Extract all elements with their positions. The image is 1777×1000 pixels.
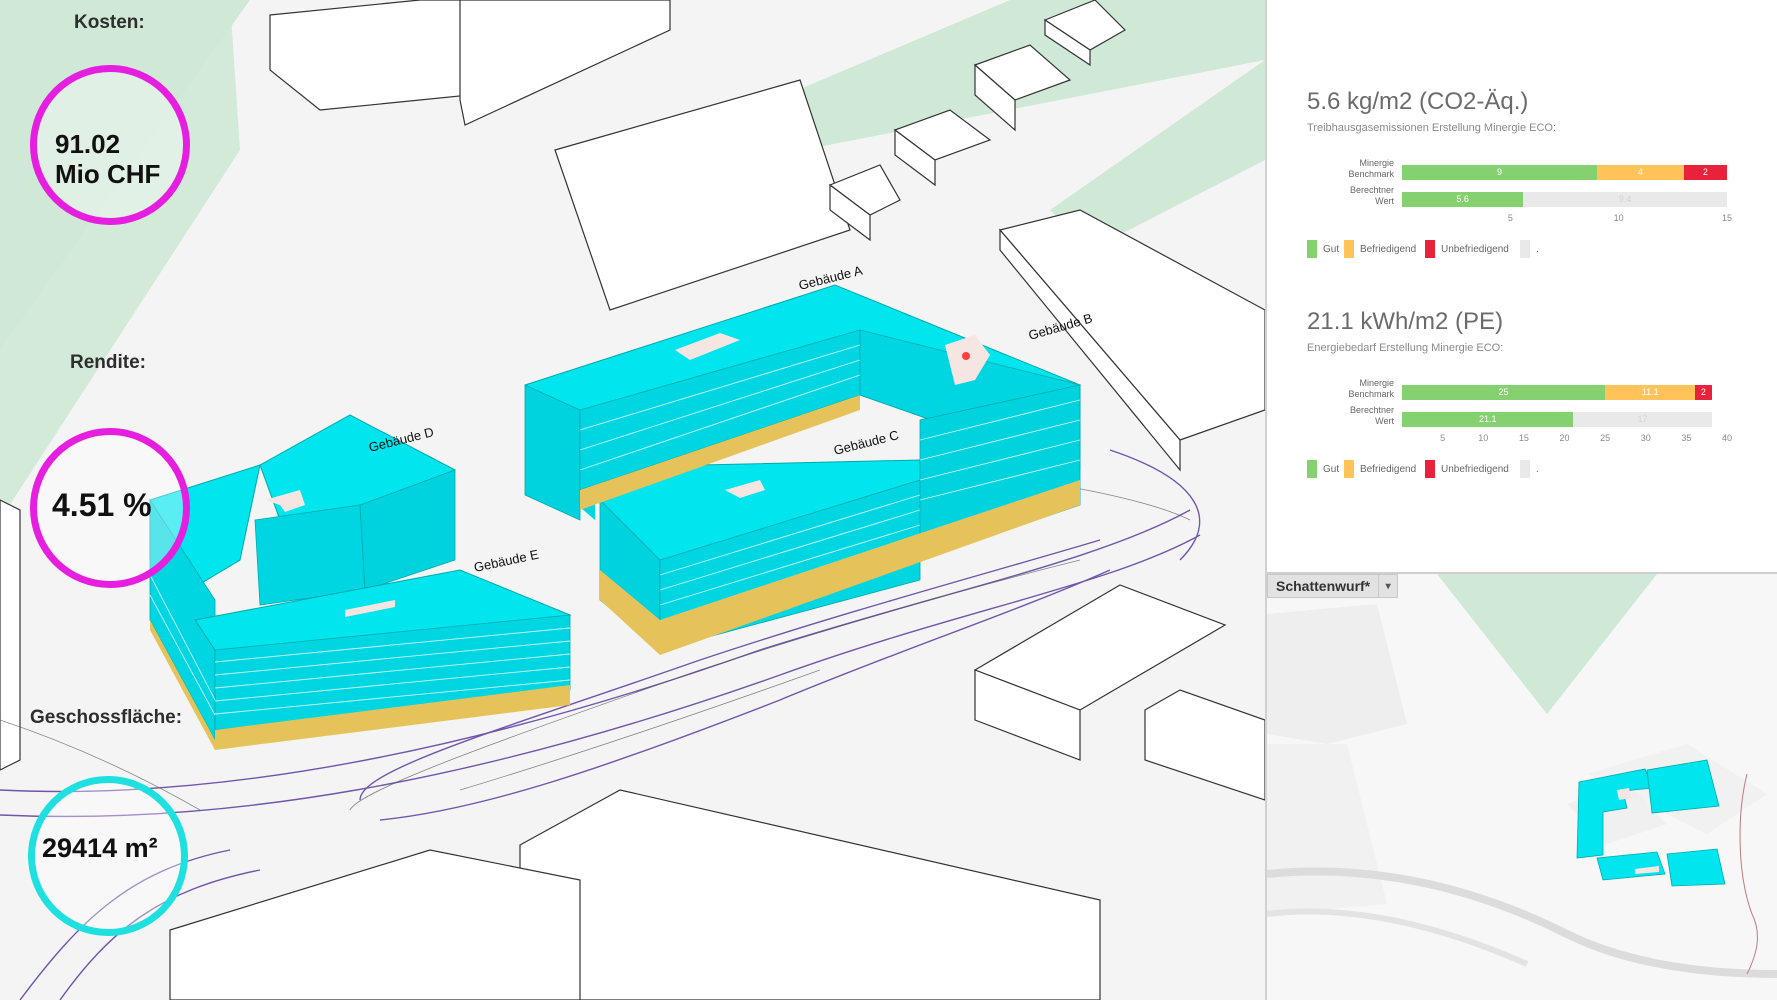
building-label-e: Gebäude E <box>473 547 541 575</box>
x-tick-label: 35 <box>1681 433 1692 443</box>
bar-rest-value: 9.4 <box>1523 192 1727 207</box>
floor-area-label: Geschossfläche: <box>30 707 183 728</box>
x-tick-label: 30 <box>1640 433 1651 443</box>
bar-gut-benchmark: 9 <box>1402 165 1597 180</box>
x-tick-label: 25 <box>1600 433 1611 443</box>
x-tick-label: 10 <box>1478 433 1489 443</box>
model-viewport[interactable]: Gebäude D Gebäude E Gebäude A Gebäude B … <box>0 0 1265 1000</box>
building-label-c: Gebäude C <box>832 427 900 458</box>
bar-gut-value: 21.1 <box>1402 412 1574 427</box>
bar-gut-benchmark: 25 <box>1402 385 1606 400</box>
x-tick-label: 20 <box>1559 433 1570 443</box>
sustainability-chart-panel: 5.6 kg/m2 (CO2-Äq.) Treibhausgasemission… <box>1267 0 1777 572</box>
tab-schattenwurf-label: Schattenwurf* <box>1276 578 1371 594</box>
building-group-de: Gebäude D Gebäude E <box>149 414 572 750</box>
floor-area-value: 29414 m² <box>42 833 158 863</box>
shadow-view-panel[interactable]: Schattenwurf* ▾ <box>1267 574 1777 1000</box>
costs-value: 91.02 Mio CHF <box>55 129 161 189</box>
bar-befriedigend-benchmark: 4 <box>1597 165 1684 180</box>
energy-legend-gut: Gut <box>1307 460 1339 478</box>
bar-gut-value: 5.6 <box>1402 192 1524 207</box>
building-group-abc: Gebäude A Gebäude B Gebäude C <box>524 263 1094 655</box>
bar-rest-value: 17 <box>1573 412 1712 427</box>
energy-legend-rest: . <box>1520 460 1539 478</box>
energy-legend-unbefriedigend: Unbefriedigend <box>1425 460 1509 478</box>
bar-unbefriedigend-benchmark: 2 <box>1695 385 1712 400</box>
yield-label: Rendite: <box>70 352 146 373</box>
yield-value: 4.51 % <box>52 487 152 523</box>
bar-befriedigend-benchmark: 11.1 <box>1605 385 1696 400</box>
tab-schattenwurf[interactable]: Schattenwurf* ▾ <box>1267 574 1399 598</box>
ghg-bar-chart: 9 4 2 5.6 9.4 5 10 15 <box>1267 0 1777 230</box>
x-tick-label: 40 <box>1721 433 1733 443</box>
chevron-down-icon[interactable]: ▾ <box>1378 575 1397 597</box>
energy-legend-befriedigend: Befriedigend <box>1344 460 1416 478</box>
energy-bar-chart: 25 11.1 2 21.1 17 5 10 15 20 25 30 35 40 <box>1267 220 1777 450</box>
costs-label: Kosten: <box>74 12 145 33</box>
x-tick-label: 15 <box>1518 433 1529 443</box>
bar-unbefriedigend-benchmark: 2 <box>1683 165 1727 180</box>
x-tick-label: 5 <box>1440 433 1446 443</box>
shadow-scene <box>1267 574 1777 978</box>
